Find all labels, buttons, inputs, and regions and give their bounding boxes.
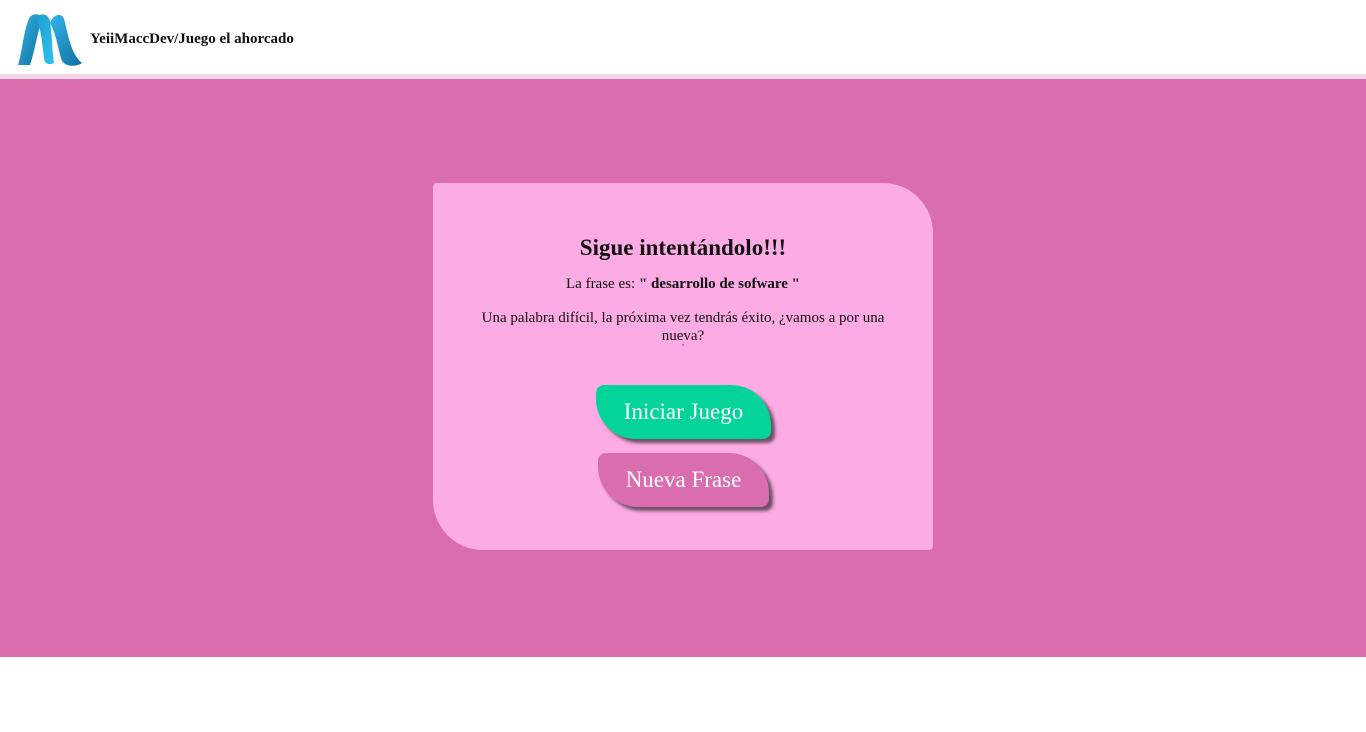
m-ribbon-logo-icon[interactable] [16, 13, 84, 67]
result-title: Sigue intentándolo!!! [579, 235, 787, 260]
start-game-button[interactable]: Iniciar Juego [596, 385, 771, 439]
game-stage: Sigue intentándolo!!! La frase es: " des… [0, 79, 1366, 657]
result-message: Una palabra difícil, la próxima vez tend… [481, 310, 885, 344]
stray-mark: ' [682, 343, 684, 354]
site-header: YeiiMaccDev/Juego el ahorcado [0, 0, 1366, 74]
brand-link[interactable]: YeiiMaccDev/Juego el ahorcado [90, 31, 294, 48]
phrase-prefix: La frase es: [566, 276, 636, 292]
result-card: Sigue intentándolo!!! La frase es: " des… [433, 183, 933, 550]
phrase-line: La frase es: " desarrollo de sofware " [433, 276, 933, 293]
new-phrase-button[interactable]: Nueva Frase [598, 453, 769, 507]
phrase-value: " desarrollo de sofware " [638, 276, 800, 292]
